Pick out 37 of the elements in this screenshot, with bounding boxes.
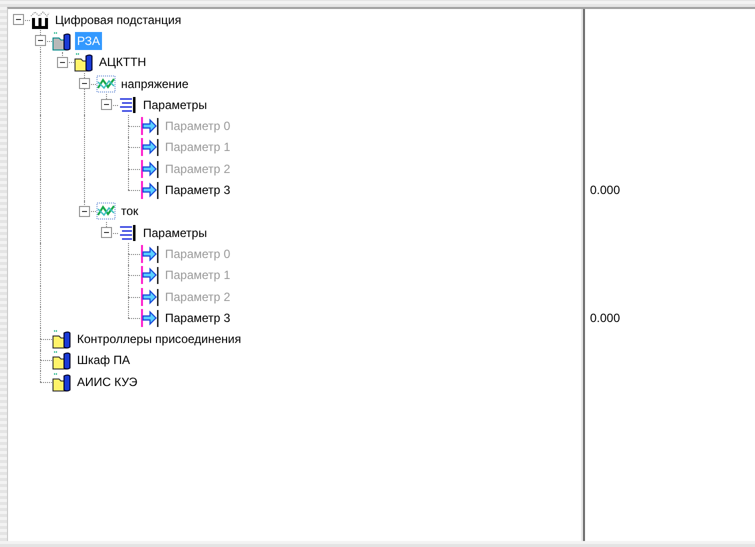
folder-book-icon [52,30,72,51]
chart-icon [96,74,116,94]
list-icon [118,222,138,243]
tree-item[interactable]: Параметры [141,96,209,114]
collapse-toggle[interactable] [35,35,46,46]
arrow-icon [140,244,160,264]
tree-item[interactable]: Цифровая подстанция [53,10,184,29]
arrow-icon [140,265,160,286]
tree-item[interactable]: Параметр 3 [163,181,232,200]
tree-item[interactable]: Шкаф ПА [75,351,132,370]
folder-book-icon [52,372,72,392]
tree-item[interactable]: напряжение [119,74,191,93]
arrow-icon [140,286,160,306]
arrow-icon [140,116,160,136]
collapse-toggle[interactable] [101,226,112,238]
tree-item[interactable]: Параметр 3 [163,308,232,327]
tree-item[interactable]: Контроллеры присоединения [75,330,244,348]
value-text: 0.000 [589,310,620,327]
arrow-icon [140,308,160,328]
tree-item[interactable]: ток [119,202,140,220]
collapse-toggle[interactable] [57,56,68,68]
collapse-toggle[interactable] [13,14,24,25]
collapse-toggle[interactable] [79,206,90,217]
folder-book-icon [52,329,72,350]
tree-item[interactable]: Параметры [141,224,209,242]
list-icon [118,94,138,115]
folder-book-icon [52,350,72,370]
arrow-icon [140,180,160,200]
value-text: 0.000 [589,182,620,200]
collapse-toggle[interactable] [101,99,112,110]
tree-item[interactable]: АЦКТТН [97,53,148,72]
tree-item[interactable]: АИИС КУЭ [75,372,140,391]
arrow-icon [140,158,160,179]
chart-icon [96,201,116,222]
arrow-icon [140,137,160,158]
collapse-toggle[interactable] [79,78,90,89]
folder-book-icon [74,52,94,72]
